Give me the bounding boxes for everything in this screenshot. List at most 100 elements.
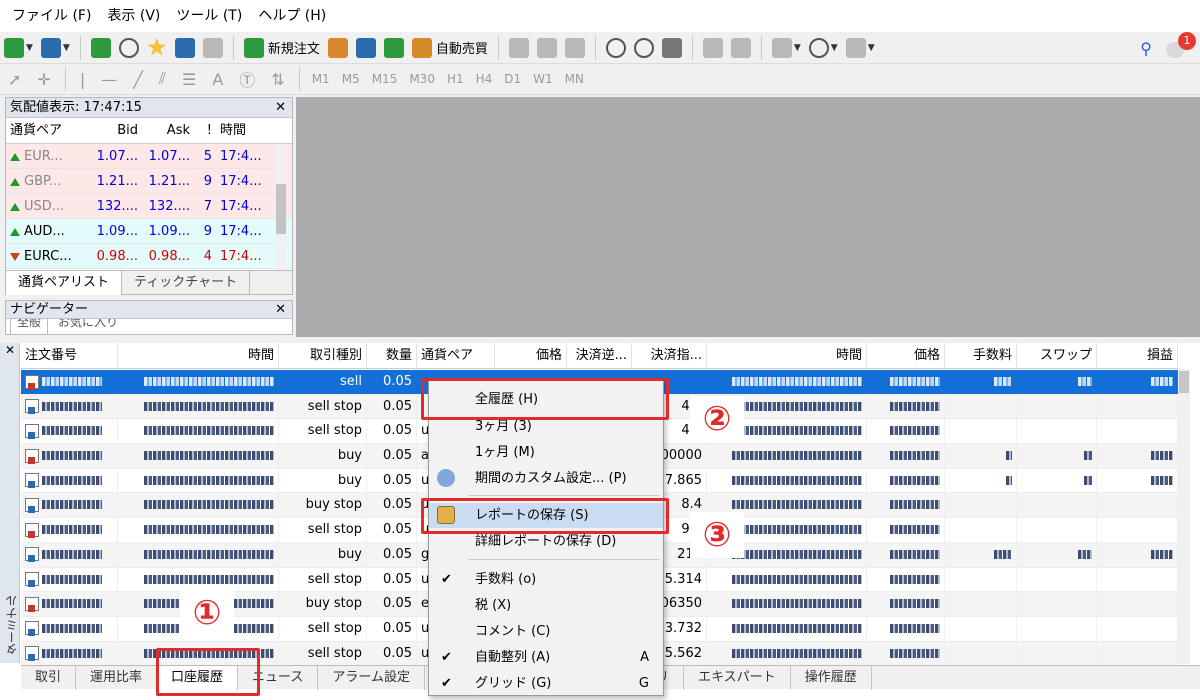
col-open-time[interactable]: 時間 [118,343,279,368]
col-close-time[interactable]: 時間 [707,343,867,368]
market-watch-row[interactable]: EUR... 1.07... 1.07... 5 17:4... [6,144,292,169]
col-close-price[interactable]: 価格 [867,343,945,368]
terminal-button[interactable] [172,35,198,61]
templates-button[interactable]: ▼ [843,35,878,61]
market-watch-button[interactable] [88,35,114,61]
tab-alerts[interactable]: アラーム設定 [318,666,426,690]
tf-mn[interactable]: MN [559,72,590,86]
line-chart-button[interactable] [562,35,588,61]
col-symbol[interactable]: 通貨ペア [417,343,495,368]
tab-journal[interactable]: 操作履歴 [791,666,872,690]
chart-workspace[interactable] [296,97,1200,337]
redacted-value [732,426,862,436]
vertical-line-icon[interactable]: | [72,70,93,89]
meta-editor-button[interactable] [325,35,351,61]
col-open-price[interactable]: 価格 [495,343,567,368]
tf-d1[interactable]: D1 [498,72,527,86]
arrows-icon[interactable]: ⇅ [263,70,292,89]
menu-auto-arrange[interactable]: ✔ 自動整列 (A) A [429,645,663,670]
tab-experts[interactable]: エキスパート [684,666,791,690]
menu-custom-period[interactable]: 期間のカスタム設定... (P) [429,466,663,491]
redacted-value [994,377,1012,386]
menu-commission[interactable]: ✔ 手数料 (o) [429,567,663,592]
tab-trade[interactable]: 取引 [21,666,77,690]
bar-chart-button[interactable] [506,35,532,61]
close-icon[interactable]: ✕ [275,98,286,118]
crosshair-tool-icon[interactable]: ✛ [29,70,58,89]
menu-help[interactable]: ヘルプ (H) [250,0,334,32]
col-tp[interactable]: 決済指... [632,343,707,368]
market-watch-row[interactable]: USD... 132.... 132.... 7 17:4... [6,194,292,219]
tab-tick-chart[interactable]: ティックチャート [122,271,251,295]
auto-trade-button[interactable]: 自動売買 [409,35,491,61]
notifications-button[interactable]: 1 [1166,32,1196,60]
menu-grid[interactable]: ✔ グリッド (G) G [429,671,663,696]
auto-scroll-button[interactable] [728,35,754,61]
col-symbol[interactable]: 通貨ペア [6,118,90,143]
zoom-out-button[interactable] [631,35,657,61]
col-profit[interactable]: 損益 [1097,343,1178,368]
size-cell: 0.05 [367,394,417,419]
tab-symbols[interactable]: 通貨ペアリスト [6,271,123,295]
tester-button[interactable] [200,35,226,61]
menu-comment[interactable]: コメント (C) [429,619,663,644]
horizontal-line-icon[interactable]: — [93,70,125,89]
new-order-button[interactable]: 新規注文 [241,35,323,61]
tf-m30[interactable]: M30 [403,72,441,86]
tf-m5[interactable]: M5 [336,72,366,86]
tf-m15[interactable]: M15 [366,72,404,86]
close-icon[interactable]: ✕ [5,343,15,357]
zoom-in-button[interactable] [603,35,629,61]
close-icon[interactable]: ✕ [275,301,286,319]
tab-exposure[interactable]: 運用比率 [76,666,158,690]
size-cell: 0.05 [367,493,417,518]
ask-cell: 0.98... [148,249,190,264]
tab-general[interactable]: 全般 [10,319,49,334]
col-spread[interactable]: ! [194,118,216,143]
col-size[interactable]: 数量 [367,343,417,368]
col-time[interactable]: 時間 [216,118,266,143]
profiles-button[interactable]: ▼ [38,35,73,61]
text-label-icon[interactable]: Ⓣ [231,67,263,91]
col-bid[interactable]: Bid [90,118,142,143]
new-chart-button[interactable]: ▼ [1,35,36,61]
fibonacci-icon[interactable]: ☰ [174,70,204,89]
size-cell: 0.05 [367,641,417,666]
broadcast-button[interactable] [381,35,407,61]
navigator-button[interactable] [144,35,170,61]
tf-h1[interactable]: H1 [441,72,470,86]
trendline-icon[interactable]: ╱ [125,70,151,89]
crosshair-button[interactable] [116,35,142,61]
market-watch-row[interactable]: AUD... 1.09... 1.09... 9 17:4... [6,219,292,244]
signals-button[interactable] [353,35,379,61]
market-watch-row[interactable]: EURC... 0.98... 0.98... 4 17:4... [6,244,292,269]
menu-tax[interactable]: 税 (X) [429,593,663,618]
col-order[interactable]: 注文番号 [21,343,118,368]
chart-shift-button[interactable] [700,35,726,61]
col-type[interactable]: 取引種別 [279,343,367,368]
menu-tools[interactable]: ツール (T) [168,0,250,32]
tf-w1[interactable]: W1 [527,72,559,86]
menu-view[interactable]: 表示 (V) [99,0,168,32]
scroll-thumb[interactable] [276,184,286,234]
tf-h4[interactable]: H4 [470,72,499,86]
periods-button[interactable]: ▼ [806,35,841,61]
menu-file[interactable]: ファイル (F) [4,0,99,32]
cursor-icon[interactable]: ➚ [0,70,29,89]
text-icon[interactable]: A [204,70,231,89]
history-scrollbar[interactable] [1178,369,1190,664]
col-swap[interactable]: スワップ [1017,343,1097,368]
col-commission[interactable]: 手数料 [945,343,1017,368]
market-watch-row[interactable]: GBP... 1.21... 1.21... 9 17:4... [6,169,292,194]
tile-windows-button[interactable] [659,35,685,61]
equidistant-channel-icon[interactable]: ⫽ [151,69,174,89]
indicators-button[interactable]: ▼ [769,35,804,61]
col-sl[interactable]: 決済逆... [567,343,632,368]
candle-chart-button[interactable] [534,35,560,61]
search-icon[interactable]: ⚲ [1140,39,1152,58]
menu-1-month[interactable]: 1ヶ月 (M) [429,440,663,465]
tf-m1[interactable]: M1 [306,72,336,86]
scroll-thumb[interactable] [1179,371,1189,393]
tab-favorites[interactable]: お気に入り [52,319,124,334]
col-ask[interactable]: Ask [142,118,194,143]
